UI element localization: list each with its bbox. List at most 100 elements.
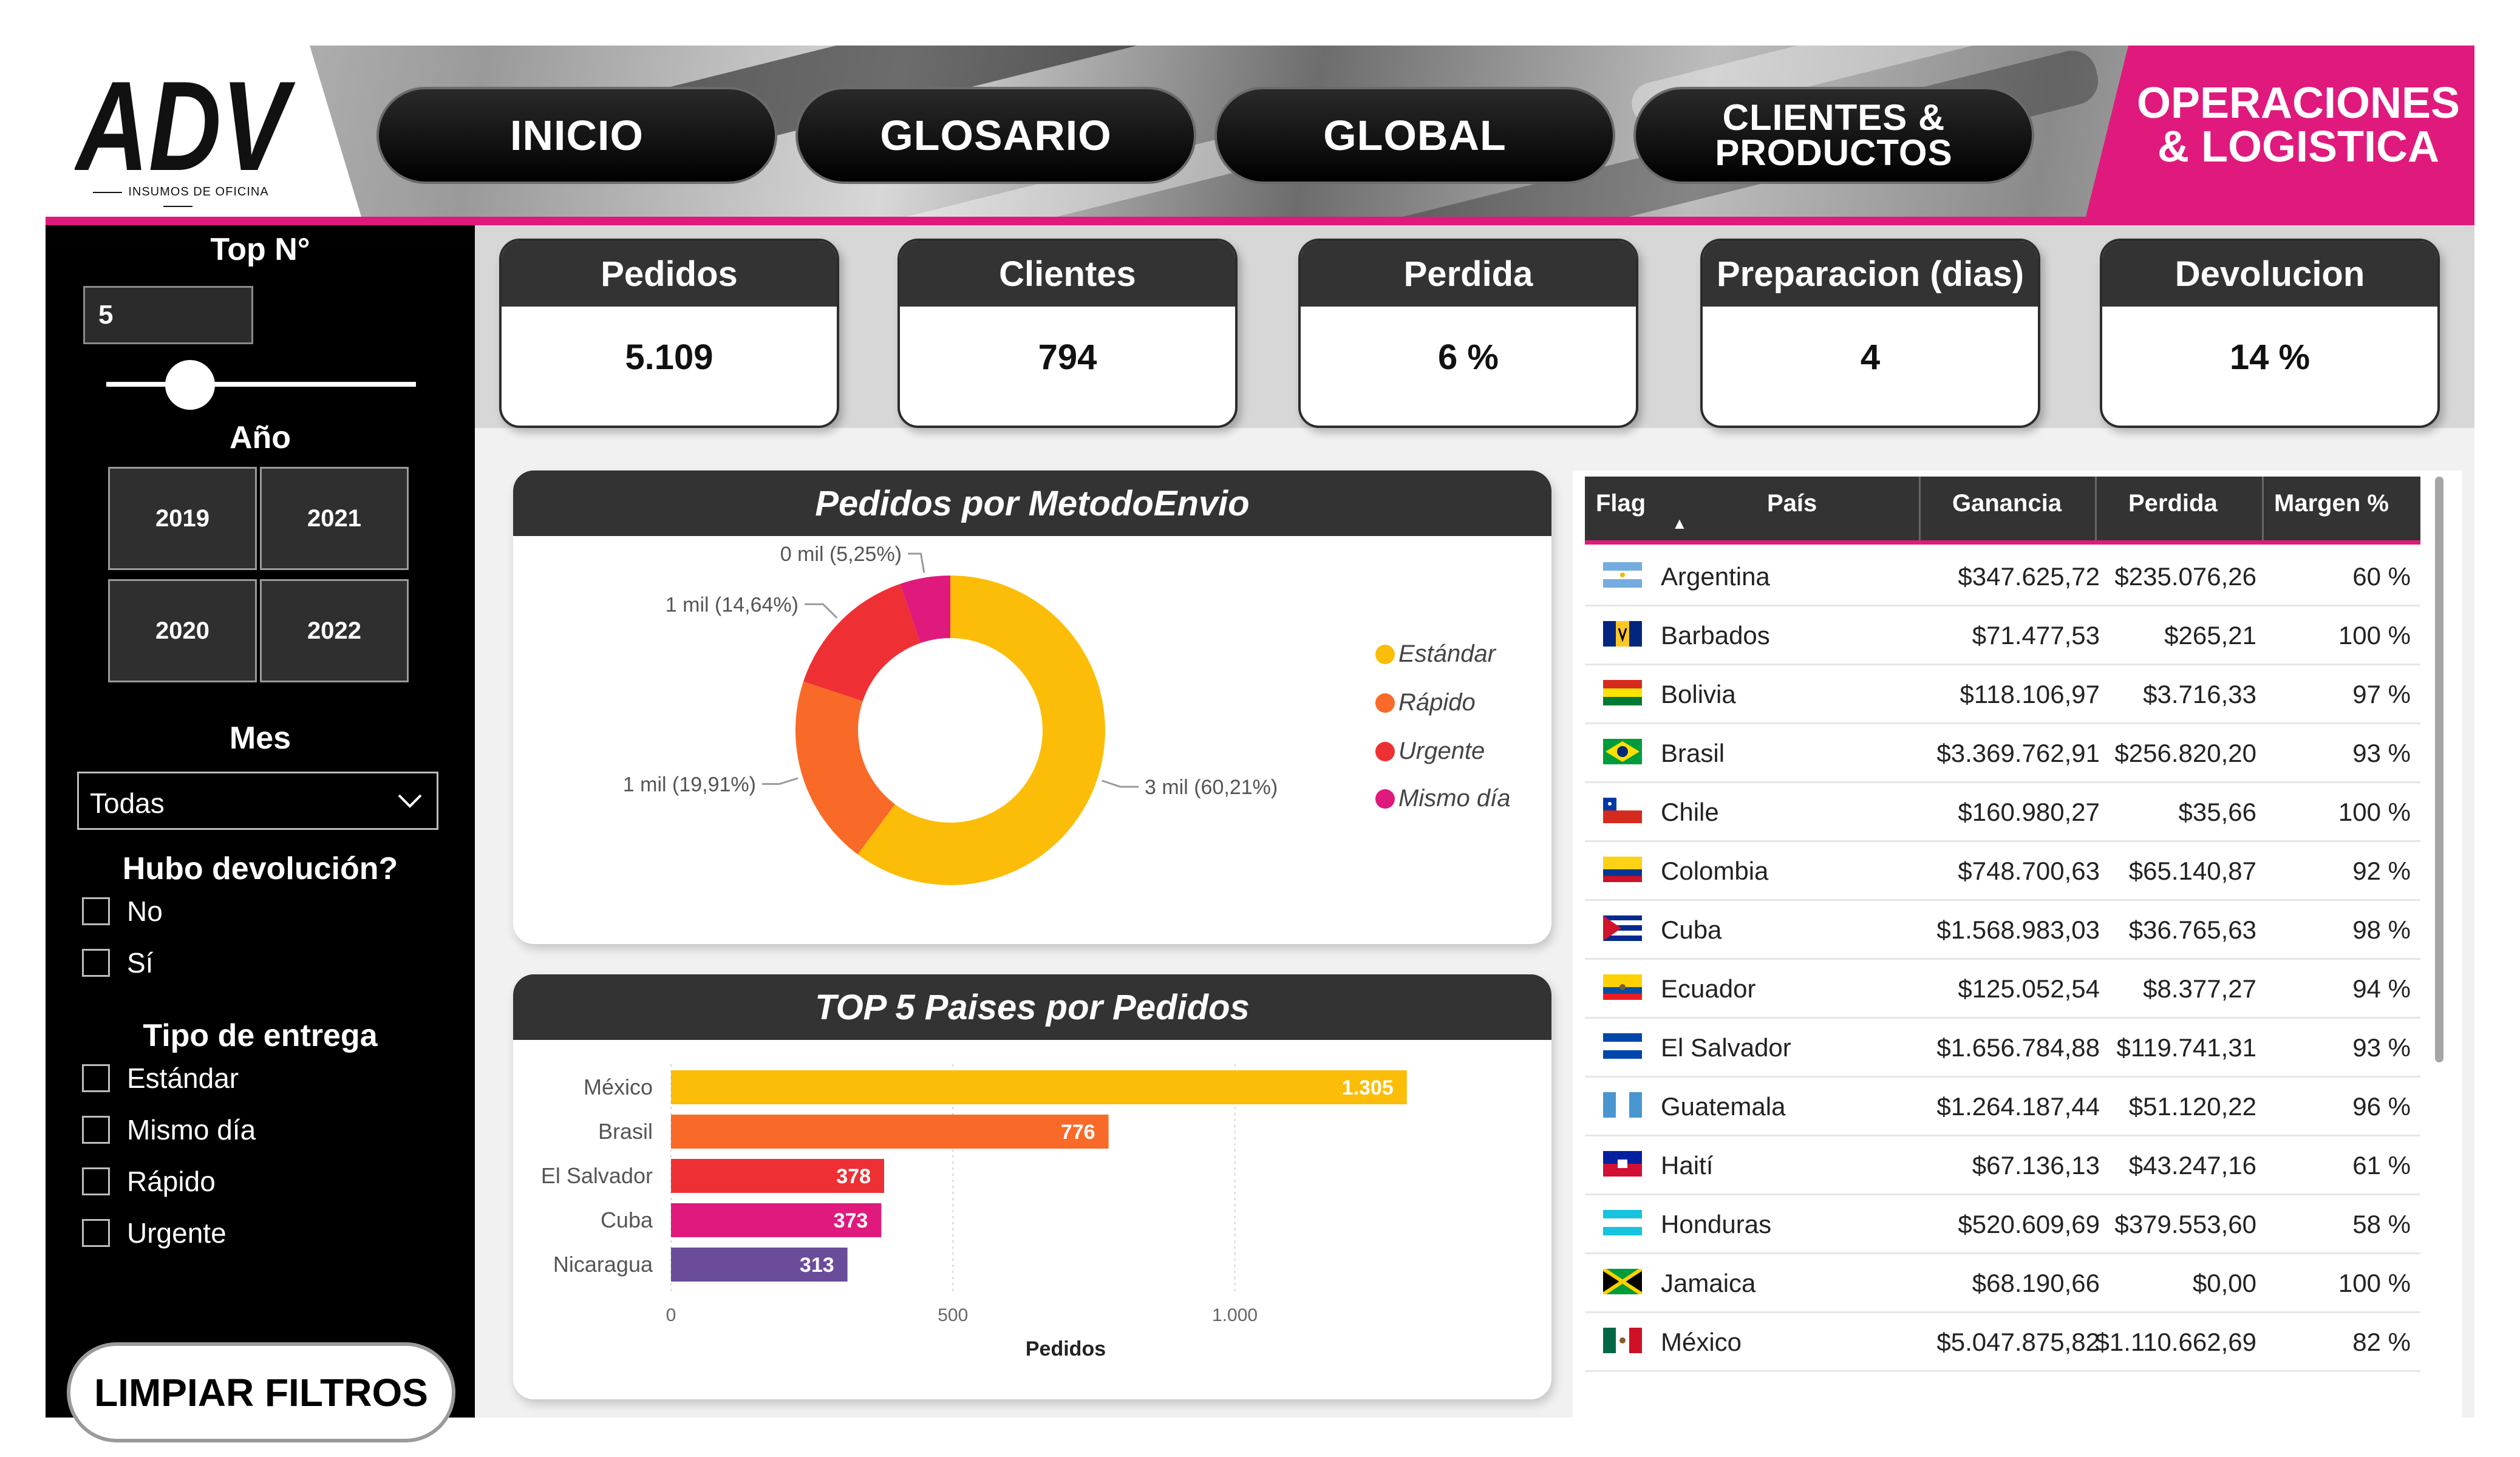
column-header-perdida[interactable]: Perdida	[2128, 490, 2218, 517]
category-label: Cuba	[601, 1207, 653, 1232]
table-row[interactable]: México $5.047.875,82 $1.110.662,69 82 %	[1585, 1313, 2420, 1372]
year-button-2021[interactable]: 2021	[260, 467, 409, 570]
cell-perdida: $43.247,16	[2128, 1151, 2256, 1180]
guatemala-flag-icon	[1603, 1092, 1642, 1118]
cell-perdida: $36.765,63	[2128, 915, 2256, 944]
table-row[interactable]: Jamaica $68.190,66 $0,00 100 %	[1585, 1254, 2420, 1313]
table-row[interactable]: Ecuador $125.052,54 $8.377,27 94 %	[1585, 960, 2420, 1019]
nav-inicio-button[interactable]: INICIO	[376, 87, 777, 184]
table-row[interactable]: Honduras $520.609,69 $379.553,60 58 %	[1585, 1195, 2420, 1254]
nav-clientes-productos-button[interactable]: CLIENTES & PRODUCTOS	[1633, 87, 2034, 184]
table-row[interactable]: Barbados $71.477,53 $265,21 100 %	[1585, 606, 2420, 665]
cell-perdida: $8.377,27	[2143, 974, 2256, 1003]
legend-rapido[interactable]: Rápido	[1375, 689, 1476, 716]
legend-dot	[1375, 741, 1395, 761]
column-header-margen[interactable]: Margen %	[2274, 490, 2389, 517]
category-label: El Salvador	[541, 1163, 653, 1188]
kpi-value: 6 %	[1438, 337, 1499, 377]
return-option-label: Sí	[127, 947, 154, 979]
table-row[interactable]: Cuba $1.568.983,03 $36.765,63 98 %	[1585, 901, 2420, 960]
column-header-ganancia[interactable]: Ganancia	[1952, 490, 2062, 517]
bar-value-label: 313	[800, 1254, 834, 1277]
filter-sidebar: Top N° 5 Año 2019 2021 2020 2022 Mes Tod…	[46, 225, 475, 1442]
brasil-flag-icon	[1603, 739, 1642, 764]
table-row[interactable]: Bolivia $118.106,97 $3.716,33 97 %	[1585, 665, 2420, 724]
checkbox[interactable]	[82, 1219, 110, 1247]
checkbox[interactable]	[82, 949, 110, 977]
delivery-option-label: Rápido	[127, 1166, 216, 1197]
cell-perdida: $379.553,60	[2114, 1210, 2256, 1238]
delivery-option-label: Estándar	[127, 1062, 239, 1094]
year-button-2019[interactable]: 2019	[108, 467, 257, 570]
cell-ganancia: $3.369.762,91	[1936, 739, 2100, 767]
top-n-slider-handle[interactable]	[165, 360, 215, 410]
return-title: Hubo devolución?	[122, 851, 398, 886]
chart-title: TOP 5 Paises por Pedidos	[513, 974, 1551, 1040]
nav-glosario-button[interactable]: GLOSARIO	[795, 87, 1196, 184]
column-header-flag[interactable]: Flag	[1596, 490, 1646, 517]
colombia-flag-icon	[1603, 857, 1642, 882]
cell-margen: 82 %	[2352, 1328, 2411, 1356]
legend-urgente[interactable]: Urgente	[1375, 738, 1485, 765]
leader-line	[762, 777, 799, 785]
nav-operaciones-logistica-tab[interactable]: OPERACIONES & LOGISTICA	[2086, 46, 2474, 217]
cell-ganancia: $71.477,53	[1972, 621, 2100, 650]
column-header-pais[interactable]: País	[1767, 490, 1817, 517]
checkbox[interactable]	[82, 1116, 110, 1144]
cell-pais: México	[1661, 1328, 1742, 1356]
column-divider	[2262, 477, 2264, 540]
return-option-si[interactable]: Sí	[82, 945, 153, 981]
legend-dot	[1375, 644, 1395, 664]
legend-estandar[interactable]: Estándar	[1375, 640, 1496, 668]
table-row[interactable]: Chile $160.980,27 $35,66 100 %	[1585, 783, 2420, 842]
donut-slice-2[interactable]	[803, 583, 921, 702]
data-label: 3 mil (60,21%)	[1145, 776, 1278, 799]
sort-ascending-icon[interactable]: ▲	[1672, 514, 1687, 533]
table-row[interactable]: Haití $67.136,13 $43.247,16 61 %	[1585, 1136, 2420, 1195]
kpi-label: Devolucion	[2102, 241, 2437, 307]
table-row[interactable]: Colombia $748.700,63 $65.140,87 92 %	[1585, 842, 2420, 901]
top-n-input[interactable]: 5	[83, 286, 253, 344]
year-button-2022[interactable]: 2022	[260, 579, 409, 682]
kpi-strip: Pedidos 5.109 Clientes 794 Perdida 6 % P…	[475, 225, 2474, 428]
checkbox[interactable]	[82, 897, 110, 925]
cell-margen: 60 %	[2352, 562, 2411, 591]
bar[interactable]	[671, 1070, 1407, 1104]
return-option-no[interactable]: No	[82, 893, 163, 929]
checkbox[interactable]	[82, 1167, 110, 1195]
delivery-option-urgente[interactable]: Urgente	[82, 1215, 226, 1251]
table-row[interactable]: Brasil $3.369.762,91 $256.820,20 93 %	[1585, 724, 2420, 783]
top-n-slider-track[interactable]	[106, 382, 416, 387]
bar-value-label: 373	[834, 1209, 868, 1232]
cell-pais: Colombia	[1661, 857, 1769, 885]
legend-label: Mismo día	[1398, 785, 1511, 812]
delivery-option-rapido[interactable]: Rápido	[82, 1163, 216, 1200]
clear-filters-button[interactable]: LIMPIAR FILTROS	[67, 1342, 455, 1442]
month-dropdown[interactable]: Todas	[77, 772, 438, 830]
kpi-card-perdida: Perdida 6 %	[1298, 239, 1638, 428]
shipping-method-chart-card: Pedidos por MetodoEnvio 3 mil (60,21%) 1 …	[513, 470, 1551, 944]
table-row[interactable]: Argentina $347.625,72 $235.076,26 60 %	[1585, 548, 2420, 606]
month-dropdown-value: Todas	[90, 787, 165, 819]
table-scrollbar[interactable]	[2435, 477, 2443, 1062]
nav-ops-label-line2: & LOGISTICA	[2157, 123, 2439, 171]
legend-mismo-dia[interactable]: Mismo día	[1375, 785, 1511, 812]
delivery-option-label: Mismo día	[127, 1114, 256, 1146]
table-row[interactable]: Guatemala $1.264.187,44 $51.120,22 96 %	[1585, 1078, 2420, 1136]
nav-glosario-label: GLOSARIO	[880, 112, 1112, 159]
year-button-2020[interactable]: 2020	[108, 579, 257, 682]
kpi-card-preparacion: Preparacion (dias) 4	[1700, 239, 2040, 428]
cell-ganancia: $68.190,66	[1972, 1269, 2100, 1297]
nav-global-button[interactable]: GLOBAL	[1214, 87, 1615, 184]
delivery-option-estandar[interactable]: Estándar	[82, 1060, 239, 1096]
cell-ganancia: $118.106,97	[1960, 680, 2100, 708]
delivery-option-mismo-dia[interactable]: Mismo día	[82, 1112, 256, 1148]
bar[interactable]	[671, 1115, 1109, 1149]
table-row[interactable]: El Salvador $1.656.784,88 $119.741,31 93 %	[1585, 1019, 2420, 1078]
kpi-label: Preparacion (dias)	[1703, 241, 2038, 307]
category-label: Nicaragua	[553, 1252, 653, 1277]
chile-flag-icon	[1603, 798, 1642, 823]
cell-ganancia: $520.609,69	[1958, 1210, 2100, 1238]
checkbox[interactable]	[82, 1064, 110, 1092]
cell-perdida: $3.716,33	[2143, 680, 2256, 708]
